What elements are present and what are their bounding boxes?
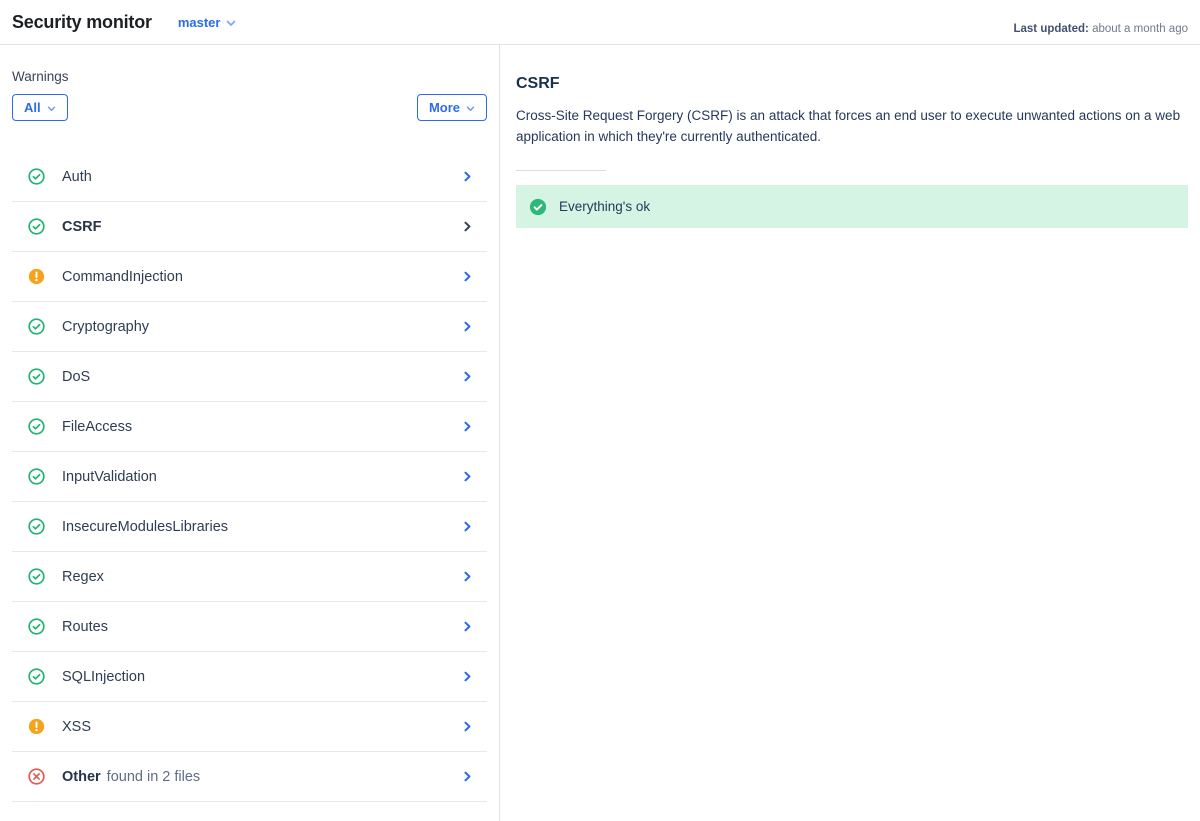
warning-extra: found in 2 files — [107, 769, 201, 785]
status-warning-icon — [28, 268, 45, 285]
app-header: Security monitor master Last updated: ab… — [0, 0, 1200, 45]
chevron-right-icon — [462, 271, 473, 282]
warning-row[interactable]: InsecureModulesLibraries — [12, 502, 487, 552]
status-ok-icon — [28, 468, 45, 485]
status-ok-icon — [28, 368, 45, 385]
warning-label: XSS — [62, 719, 91, 735]
warning-row[interactable]: Regex — [12, 552, 487, 602]
more-button[interactable]: More — [417, 94, 487, 121]
chevron-right-icon — [462, 571, 473, 582]
detail-divider — [516, 170, 606, 171]
warning-row[interactable]: Other found in 2 files — [12, 752, 487, 802]
last-updated-value: about a month ago — [1092, 23, 1188, 35]
branch-selector[interactable]: master — [178, 15, 237, 30]
warning-row[interactable]: Cryptography — [12, 302, 487, 352]
status-error-icon — [28, 768, 45, 785]
warning-label: Routes — [62, 619, 108, 635]
status-ok-icon — [28, 318, 45, 335]
chevron-down-icon — [47, 100, 56, 115]
chevron-right-icon — [462, 471, 473, 482]
chevron-right-icon — [462, 171, 473, 182]
status-ok-icon — [28, 568, 45, 585]
warnings-section-label: Warnings — [12, 69, 487, 84]
last-updated: Last updated: about a month ago — [1013, 23, 1188, 35]
warning-label: DoS — [62, 369, 90, 385]
chevron-right-icon — [462, 371, 473, 382]
warning-label: FileAccess — [62, 419, 132, 435]
last-updated-label: Last updated: — [1013, 23, 1088, 35]
status-banner-text: Everything's ok — [559, 199, 650, 214]
warning-row[interactable]: XSS — [12, 702, 487, 752]
status-ok-icon — [28, 218, 45, 235]
warning-label: CommandInjection — [62, 269, 183, 285]
filter-all-button[interactable]: All — [12, 94, 68, 121]
chevron-right-icon — [462, 321, 473, 332]
chevron-right-icon — [462, 721, 473, 732]
status-ok-icon — [28, 668, 45, 685]
warning-label: Other — [62, 769, 101, 785]
warnings-list: Auth CSRF — [12, 152, 487, 802]
chevron-down-icon — [466, 100, 475, 115]
branch-name: master — [178, 15, 221, 30]
warning-row[interactable]: CommandInjection — [12, 252, 487, 302]
warning-label: InsecureModulesLibraries — [62, 519, 228, 535]
warning-row[interactable]: InputValidation — [12, 452, 487, 502]
chevron-right-icon — [462, 421, 473, 432]
chevron-right-icon — [462, 671, 473, 682]
warning-label: InputValidation — [62, 469, 157, 485]
warning-row[interactable]: DoS — [12, 352, 487, 402]
warning-label: Cryptography — [62, 319, 149, 335]
warning-label: Regex — [62, 569, 104, 585]
status-ok-icon — [28, 418, 45, 435]
chevron-right-icon — [462, 521, 473, 532]
warnings-panel: Warnings All More — [0, 45, 500, 821]
warning-label: Auth — [62, 169, 92, 185]
more-button-label: More — [429, 100, 460, 115]
page-title: Security monitor — [12, 12, 152, 33]
check-circle-icon — [529, 198, 547, 216]
chevron-right-icon — [462, 771, 473, 782]
warning-row[interactable]: SQLInjection — [12, 652, 487, 702]
warning-row[interactable]: Routes — [12, 602, 487, 652]
detail-panel: CSRF Cross-Site Request Forgery (CSRF) i… — [500, 45, 1200, 821]
warning-row[interactable]: Auth — [12, 152, 487, 202]
warning-label: CSRF — [62, 219, 101, 235]
status-warning-icon — [28, 718, 45, 735]
warning-label: SQLInjection — [62, 669, 145, 685]
status-ok-icon — [28, 168, 45, 185]
detail-description: Cross-Site Request Forgery (CSRF) is an … — [516, 105, 1184, 147]
warning-row[interactable]: CSRF — [12, 202, 487, 252]
chevron-down-icon — [226, 15, 236, 30]
status-ok-icon — [28, 618, 45, 635]
status-ok-icon — [28, 518, 45, 535]
chevron-right-icon — [462, 221, 473, 232]
filter-all-label: All — [24, 100, 41, 115]
detail-title: CSRF — [516, 75, 1188, 93]
warning-row[interactable]: FileAccess — [12, 402, 487, 452]
filter-row: All More — [12, 94, 487, 121]
chevron-right-icon — [462, 621, 473, 632]
status-banner: Everything's ok — [516, 185, 1188, 228]
